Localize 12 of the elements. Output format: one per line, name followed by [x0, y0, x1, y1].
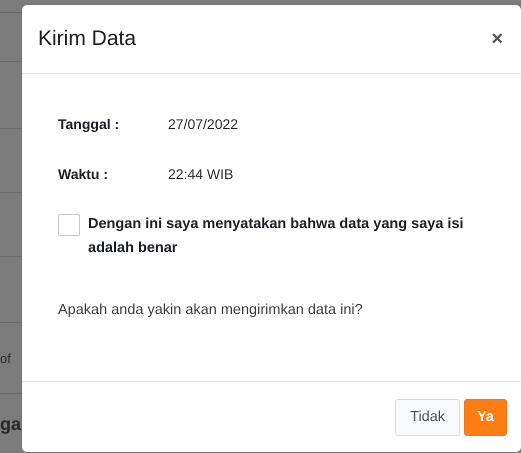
cancel-button[interactable]: Tidak	[395, 398, 460, 436]
close-button[interactable]: ×	[489, 28, 505, 50]
field-value: 27/07/2022	[168, 116, 238, 132]
background-heading: ga	[0, 414, 22, 434]
confirmation-text: Apakah anda yakin akan mengirimkan data ini?	[58, 302, 364, 318]
field-label: Waktu :	[58, 166, 110, 182]
checkbox[interactable]	[58, 214, 80, 236]
checkbox-label: Dengan ini saya menyatakan bahwa data yang saya isi adalah benar	[88, 215, 465, 258]
field-value: 22:44 WIB	[168, 166, 234, 182]
modal-title: Kirim Data	[38, 27, 136, 51]
background-text: of	[0, 350, 11, 366]
field-label: Tanggal :	[58, 116, 120, 132]
